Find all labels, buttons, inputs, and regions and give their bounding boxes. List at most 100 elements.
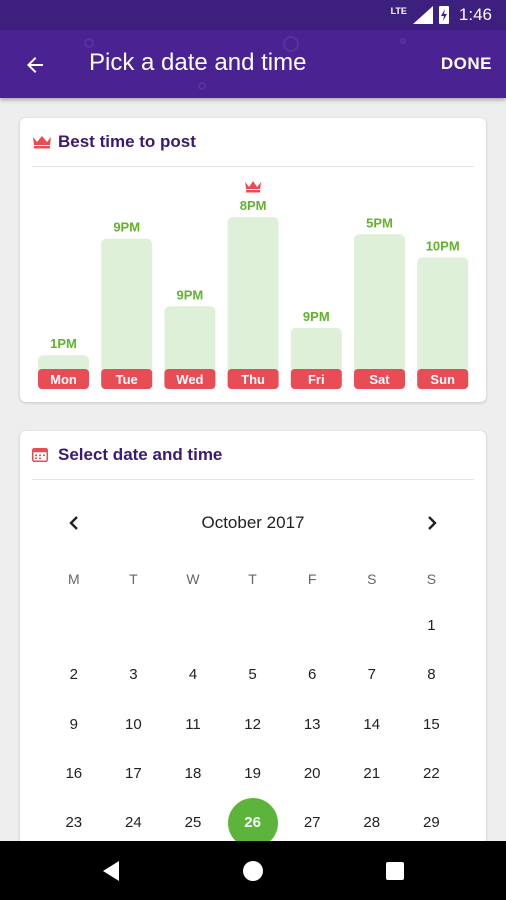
time-label: 8PM: [240, 198, 267, 213]
page-title: Pick a date and time: [89, 49, 307, 76]
decor-circle: [84, 38, 94, 48]
time-label: 9PM: [303, 309, 330, 324]
calendar-day[interactable]: 10: [104, 700, 164, 749]
system-nav-bar: [0, 841, 506, 900]
calendar-blank: [163, 601, 223, 650]
day-number: 8: [427, 666, 436, 684]
day-number: 3: [129, 666, 138, 684]
day-number: 28: [363, 814, 381, 832]
calendar-day[interactable]: 20: [282, 749, 342, 798]
time-label: 9PM: [177, 287, 204, 302]
day-label: Sat: [369, 372, 390, 387]
calendar-day[interactable]: 21: [342, 749, 402, 798]
weekday-header: MTWTFSS: [44, 571, 461, 587]
weekday-label: S: [426, 571, 437, 587]
day-label: Fri: [308, 372, 325, 387]
day-number: 2: [69, 666, 78, 684]
day-number: 5: [248, 666, 257, 684]
calendar-day[interactable]: 7: [342, 650, 402, 699]
calendar-day[interactable]: 19: [223, 749, 283, 798]
chevron-right-icon: [428, 516, 437, 530]
best-time-bar: Sun 10PM: [417, 238, 469, 389]
calendar-day[interactable]: 8: [402, 650, 462, 699]
day-number: 21: [363, 765, 381, 783]
app-bar: Pick a date and time DONE: [0, 30, 506, 98]
day-number: 4: [188, 666, 198, 684]
calendar-icon: [32, 447, 52, 463]
next-month-button[interactable]: [422, 509, 442, 537]
day-number: 9: [69, 715, 78, 733]
weekday-label: S: [367, 571, 377, 587]
back-button[interactable]: [20, 50, 50, 80]
month-label: October 2017: [201, 513, 305, 532]
weekday-label: M: [67, 571, 80, 587]
calendar-card: Select date and time October 2017 M T W T F S…: [20, 431, 486, 871]
nav-home-icon[interactable]: [243, 861, 263, 881]
day-number: 10: [125, 715, 142, 733]
calendar-day[interactable]: 17: [104, 749, 164, 798]
day-number: 16: [65, 765, 83, 783]
day-label: Wed: [176, 372, 203, 387]
day-number: 29: [423, 814, 440, 832]
day-number: 13: [303, 715, 321, 733]
month-navigation: October 2017: [20, 509, 486, 537]
calendar-day[interactable]: 2: [44, 650, 104, 699]
best-time-chart: Mon 1PM Tue 9PM Wed 9PM Thu 8PM Fri 9PM Sat 5PM Sun 1…: [38, 181, 469, 389]
best-time-bar: Wed 9PM: [164, 287, 216, 389]
calendar-title: Select date and time: [58, 445, 223, 464]
day-number: 1: [427, 617, 436, 635]
calendar-day[interactable]: 12: [223, 700, 283, 749]
bar-fill: [101, 238, 153, 389]
done-button[interactable]: DONE: [441, 54, 492, 74]
signal-icon: [412, 6, 433, 24]
calendar-blank: [342, 601, 402, 650]
day-number: 27: [303, 814, 321, 832]
day-number: 11: [185, 715, 201, 733]
time-label: 5PM: [366, 215, 393, 230]
day-number: 18: [184, 765, 202, 783]
best-time-bar: Mon 1PM: [38, 336, 89, 389]
calendar-day[interactable]: 3: [104, 650, 164, 699]
decor-circle: [400, 38, 406, 44]
calendar-blank: [223, 601, 283, 650]
status-bar: LTE 1:46: [0, 0, 506, 30]
day-label: Sun: [430, 372, 455, 387]
crown-icon: [245, 181, 262, 193]
day-label: Tue: [116, 372, 138, 387]
day-number: 22: [423, 765, 440, 783]
calendar-day[interactable]: 1: [402, 601, 462, 650]
day-number: 25: [184, 814, 202, 832]
best-time-bar: Fri 9PM: [290, 309, 342, 389]
calendar-day[interactable]: 5: [223, 650, 283, 699]
time-label: 9PM: [113, 220, 140, 235]
nav-recents-icon[interactable]: [386, 862, 404, 880]
bar-fill: [227, 217, 279, 389]
calendar-day[interactable]: 13: [282, 700, 342, 749]
bar-fill: [354, 234, 405, 389]
calendar-day[interactable]: 4: [163, 650, 223, 699]
calendar-day[interactable]: 22: [402, 749, 462, 798]
calendar-day[interactable]: 11: [163, 700, 223, 749]
calendar-blank: [44, 601, 104, 650]
day-number: 6: [308, 666, 317, 684]
best-time-bar: Sat 5PM: [354, 215, 405, 389]
calendar-header: Select date and time: [32, 431, 474, 480]
weekday-label: W: [186, 571, 200, 587]
day-number: 7: [367, 666, 376, 684]
nav-back-icon[interactable]: [101, 860, 121, 882]
network-type: LTE: [390, 6, 407, 16]
calendar-day[interactable]: 15: [402, 700, 462, 749]
day-number: 15: [423, 715, 440, 733]
calendar-day[interactable]: 9: [44, 700, 104, 749]
day-number: 24: [125, 814, 142, 832]
calendar-day[interactable]: 14: [342, 700, 402, 749]
calendar-day[interactable]: 16: [44, 749, 104, 798]
calendar-day[interactable]: 18: [163, 749, 223, 798]
best-time-card: Best time to post Mon 1PM Tue 9PM Wed 9PM Thu 8…: [20, 118, 486, 402]
weekday-label: F: [307, 571, 317, 587]
calendar-day[interactable]: 6: [282, 650, 342, 699]
status-time: 1:46: [458, 5, 492, 24]
day-number: 17: [125, 765, 142, 783]
day-number: 14: [363, 715, 381, 733]
decor-circle: [198, 82, 206, 90]
